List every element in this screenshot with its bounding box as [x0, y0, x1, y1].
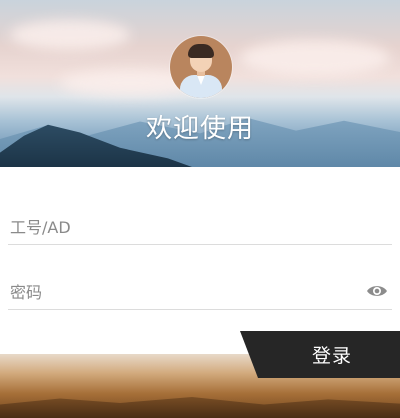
welcome-title: 欢迎使用: [145, 114, 254, 144]
password-input[interactable]: [8, 276, 392, 309]
cloud-decoration: [240, 40, 390, 76]
user-avatar-icon: [170, 36, 232, 98]
avatar-hair: [188, 44, 214, 58]
eye-icon[interactable]: [366, 283, 388, 299]
password-field: [8, 276, 392, 310]
login-button[interactable]: 登录: [240, 331, 400, 378]
hill-ridge: [0, 397, 400, 418]
username-field: [8, 211, 392, 245]
cloud-decoration: [10, 20, 130, 50]
username-input[interactable]: [8, 211, 392, 244]
